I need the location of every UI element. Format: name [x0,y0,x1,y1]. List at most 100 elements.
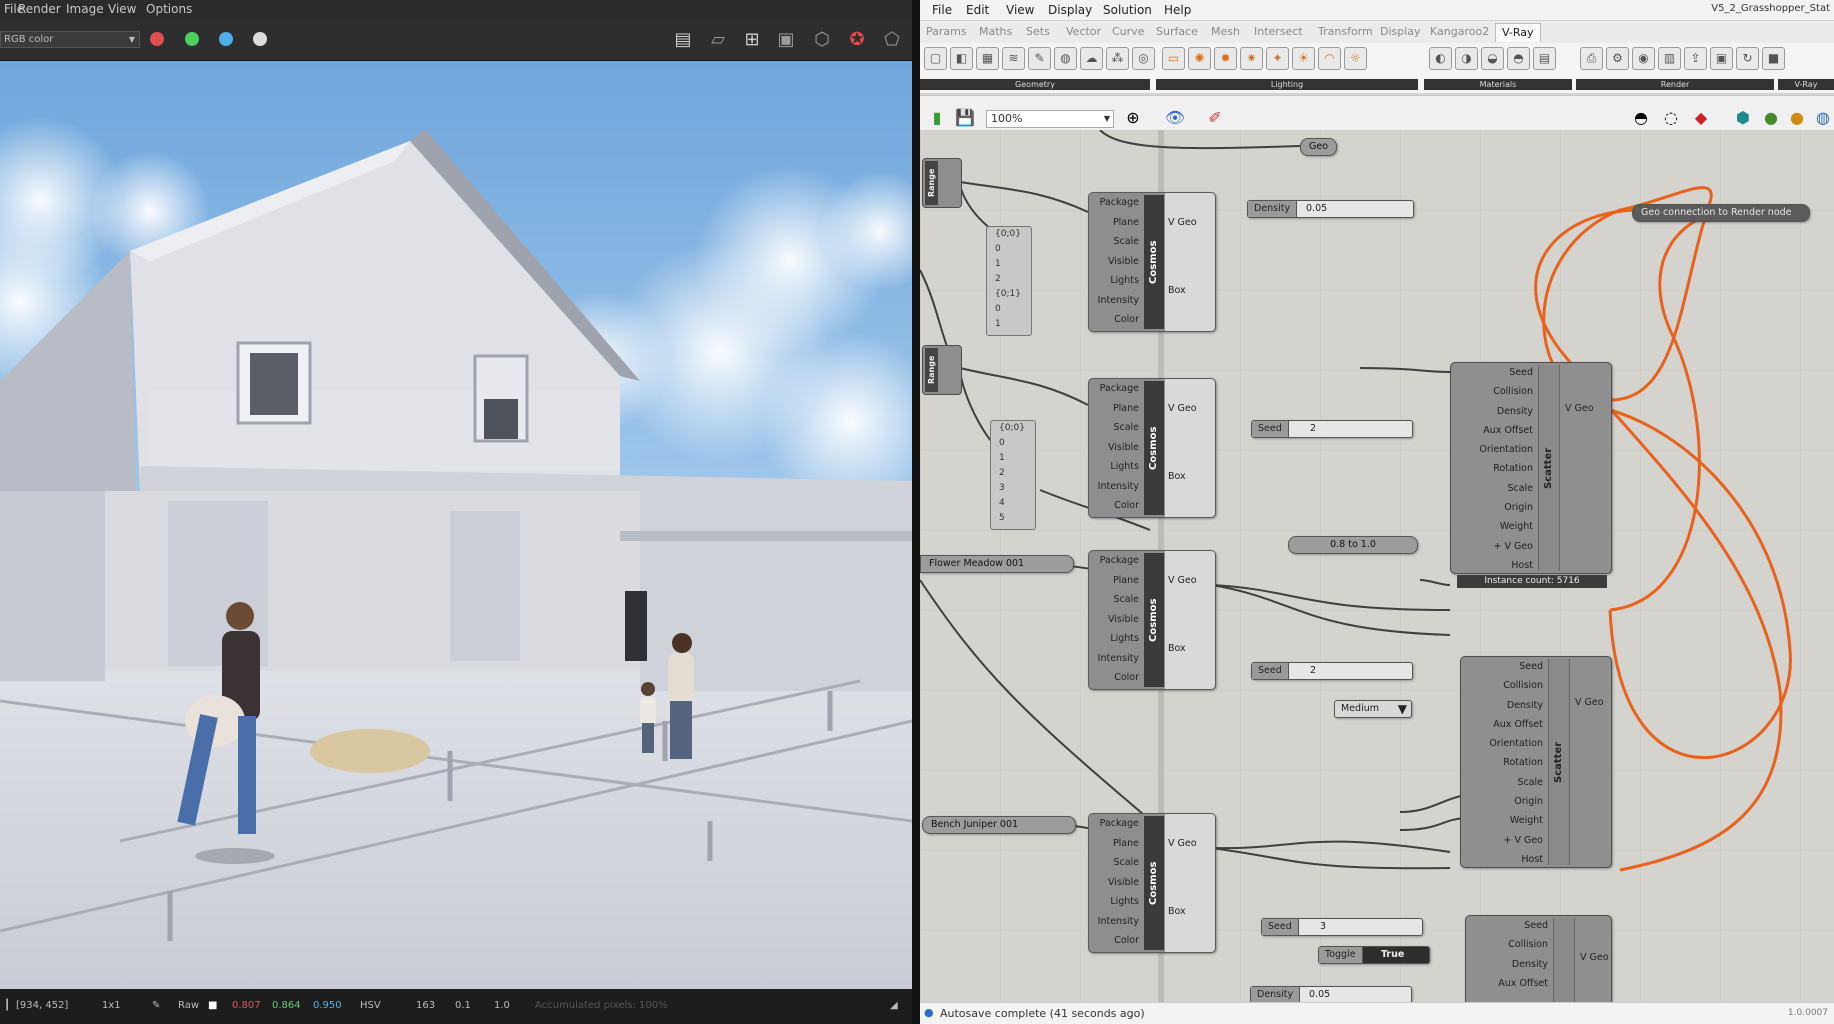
render-view[interactable] [0,61,912,989]
input-plane[interactable]: Plane [1089,399,1143,419]
output-box[interactable]: Box [1168,643,1186,654]
channel-dropdown[interactable]: RGB color ▼ [0,31,140,48]
input-lights[interactable]: Lights [1089,271,1143,291]
cloud-icon[interactable]: ☁ [1080,47,1103,70]
status-ratio[interactable]: 1x1 [102,1000,121,1011]
pencil-icon[interactable]: ✎ [1028,47,1051,70]
render-settings-icon[interactable]: ⚙ [1606,47,1629,70]
input-color[interactable]: Color [1089,310,1143,330]
dome-light-icon[interactable]: ◠ [1318,47,1341,70]
sphere-preview-icon[interactable]: ● [1760,107,1782,129]
input-host[interactable]: Host [1461,850,1547,869]
output-vgeo[interactable]: V Geo [1168,575,1197,586]
input-package[interactable]: Package [1089,379,1143,399]
scatter-component-1[interactable]: Seed Collision Density Aux Offset Orient… [1450,362,1612,588]
input-orientation[interactable]: Orientation [1461,734,1547,753]
input-intensity[interactable]: Intensity [1089,649,1143,669]
sphere-light-icon[interactable]: ✺ [1188,47,1211,70]
interactive-icon[interactable]: ◌ [1660,107,1682,129]
input-visible[interactable]: Visible [1089,873,1143,893]
rect-light-icon[interactable]: ▭ [1162,47,1185,70]
cosmos-icon[interactable]: ◎ [1132,47,1155,70]
input-seed[interactable]: Seed [1451,363,1537,382]
input-color[interactable]: Color [1089,931,1143,951]
scatter-component-3[interactable]: Seed Collision Density Aux Offset V Geo [1465,915,1612,1002]
input-scale[interactable]: Scale [1089,418,1143,438]
input-vgeo[interactable]: + V Geo [1461,831,1547,850]
input-intensity[interactable]: Intensity [1089,912,1143,932]
input-collision[interactable]: Collision [1451,382,1537,401]
render-teapot-small-icon[interactable]: ◓ [1630,107,1652,129]
sun-light-icon[interactable]: ☀ [1292,47,1315,70]
spot-light-icon[interactable]: ✹ [1214,47,1237,70]
boolean-toggle[interactable]: Toggle True [1318,946,1430,964]
gh-menu-solution[interactable]: Solution [1103,3,1152,17]
open-file-icon[interactable]: ▮ [926,107,948,129]
output-box[interactable]: Box [1168,471,1186,482]
seed-slider-1[interactable]: Seed 2 [1251,420,1413,438]
input-seed[interactable]: Seed [1461,657,1547,676]
input-intensity[interactable]: Intensity [1089,477,1143,497]
cosmos-component-1[interactable]: Package Plane Scale Visible Lights Inten… [1088,192,1216,332]
omni-light-icon[interactable]: ✷ [1240,47,1263,70]
tab-maths[interactable]: Maths [979,25,1012,38]
output-box[interactable]: Box [1168,285,1186,296]
input-package[interactable]: Package [1089,193,1143,213]
tab-transform[interactable]: Transform [1318,25,1373,38]
input-orientation[interactable]: Orientation [1451,440,1537,459]
mesh-light-icon[interactable]: ☼ [1344,47,1367,70]
input-intensity[interactable]: Intensity [1089,291,1143,311]
gh-menu-edit[interactable]: Edit [966,3,989,17]
vfb-icon[interactable]: ▣ [1710,47,1733,70]
clear-image-icon[interactable]: ▱ [706,28,730,52]
viewport-icon[interactable]: ▥ [1658,47,1681,70]
input-weight[interactable]: Weight [1451,517,1537,536]
cube-preview-icon[interactable]: ⬢ [1732,107,1754,129]
input-aux-offset[interactable]: Aux Offset [1466,974,1552,993]
input-aux-offset[interactable]: Aux Offset [1451,421,1537,440]
ies-light-icon[interactable]: ✦ [1266,47,1289,70]
tab-intersect[interactable]: Intersect [1254,25,1303,38]
input-vgeo[interactable]: + V Geo [1451,537,1537,556]
sphere-icon[interactable]: ◍ [1054,47,1077,70]
scale-range-param[interactable]: 0.8 to 1.0 [1288,536,1418,554]
output-vgeo[interactable]: V Geo [1575,697,1604,708]
gh-menu-display[interactable]: Display [1048,3,1092,17]
save-image-icon[interactable]: ▤ [671,28,695,52]
vfb-menu-image[interactable]: Image [66,2,104,16]
status-hsv[interactable]: HSV [360,1000,381,1011]
cube-icon[interactable]: ▢ [924,47,947,70]
paint-brush-icon[interactable]: ✐ [1204,107,1226,129]
tab-curve[interactable]: Curve [1112,25,1144,38]
input-density[interactable]: Density [1466,955,1552,974]
globe-icon[interactable]: ◍ [1812,107,1834,129]
alpha-channel-icon[interactable] [253,32,267,46]
vfb-menu-view[interactable]: View [108,2,136,16]
output-vgeo[interactable]: V Geo [1168,217,1197,228]
tab-display[interactable]: Display [1380,25,1421,38]
gh-menu-help[interactable]: Help [1164,3,1191,17]
gh-menu-file[interactable]: File [932,3,952,17]
input-package[interactable]: Package [1089,551,1143,571]
output-box[interactable]: Box [1168,906,1186,917]
input-visible[interactable]: Visible [1089,252,1143,272]
input-origin[interactable]: Origin [1461,792,1547,811]
mtl-library-icon[interactable]: ▤ [1533,47,1556,70]
vray-logo-icon[interactable]: ◆ [1690,107,1712,129]
tab-kangaroo2[interactable]: Kangaroo2 [1430,25,1489,38]
density-slider-bottom[interactable]: Density 0.05 [1250,986,1412,1002]
stop-icon[interactable]: ■ [1762,47,1785,70]
input-aux-offset[interactable]: Aux Offset [1461,715,1547,734]
eye-icon[interactable]: 👁 [1164,107,1186,129]
input-density[interactable]: Density [1461,696,1547,715]
scatter-component-2[interactable]: Seed Collision Density Aux Offset Orient… [1460,656,1612,868]
stop-render-icon[interactable]: ⬠ [880,28,904,52]
input-color[interactable]: Color [1089,668,1143,688]
output-vgeo[interactable]: V Geo [1565,403,1594,414]
input-lights[interactable]: Lights [1089,892,1143,912]
input-weight[interactable]: Weight [1461,811,1547,830]
tab-params[interactable]: Params [926,25,967,38]
density-slider[interactable]: Density 0.05 [1247,200,1414,218]
save-file-icon[interactable]: 💾 [954,107,976,129]
input-package[interactable]: Package [1089,814,1143,834]
